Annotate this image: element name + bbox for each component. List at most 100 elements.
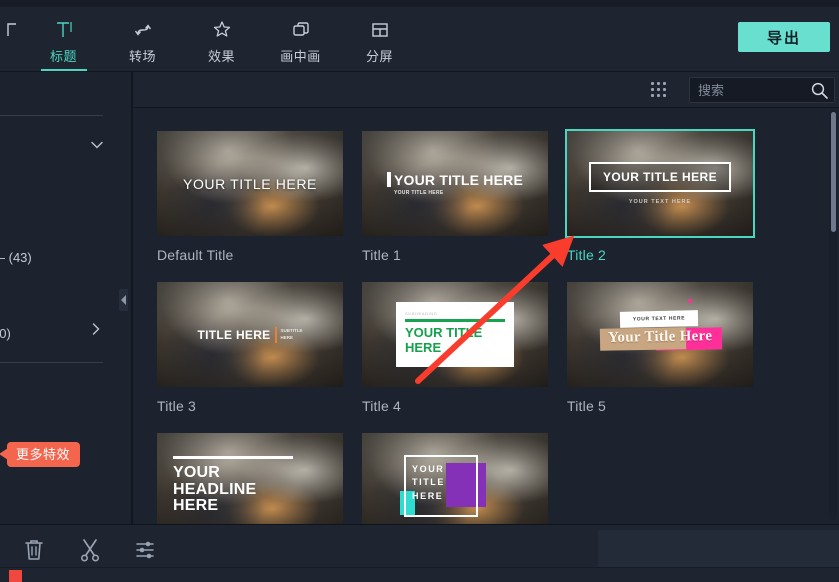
grid-dot [663,94,666,97]
decor-dot [688,298,692,303]
template-card-framed[interactable]: YOUR TITLE HERE [362,433,548,524]
template-label: Default Title [157,247,234,263]
overlay-rule [405,319,505,323]
tab-picture-in-picture[interactable]: 画中画 [261,7,340,71]
tab-label-title: 标题 [49,49,77,64]
template-thumbnail[interactable]: YOUR TITLE HERE [157,131,343,236]
mode-tab-list: 标题 转场 效果 画中画 分屏 [0,7,419,72]
overlay-sub-text: YOUR TEXT HERE [628,199,692,205]
gallery-scrollbar-thumb[interactable] [831,112,836,232]
grid-dot [657,94,660,97]
overlay-sub-text: YOUR TITLE HERE [393,189,444,196]
overlay-main-text-2: HEADLINE [173,480,257,498]
template-thumbnail[interactable]: YOUR TITLE HERE [362,433,548,524]
bottom-toolbar [0,524,839,582]
title-overlay: YOUR TITLE HERE YOUR TITLE HERE [362,131,548,236]
overlay-main-text: Your Title Here [607,327,713,346]
overlay-frame: YOUR TITLE HERE [588,162,731,192]
sidebar-item-label: 20) [0,325,11,341]
tab-label-split: 分屏 [365,49,393,64]
overlay-tiny-text: SUBHEADING [405,311,438,317]
title-overlay: SUBHEADING YOUR TITLE HERE [362,282,548,387]
tab-label-pip: 画中画 [280,49,321,64]
text-title-icon [53,17,75,43]
overlay-main-text: YOUR TITLE [405,325,483,341]
more-effects-badge[interactable]: 更多特效 [0,442,81,467]
picture-in-picture-icon [290,17,312,43]
top-toolbar: 标题 转场 效果 画中画 分屏 导出 [0,0,839,72]
tab-split-screen[interactable]: 分屏 [340,7,419,71]
overlay-main-text: YOUR TITLE HERE [602,170,717,184]
tab-title[interactable]: 标题 [24,7,103,71]
title-template-gallery: YOUR TITLE HERE Default Title YOUR TITLE… [133,108,839,524]
template-label: Title 5 [567,398,607,414]
grid-dot [663,82,666,85]
grid-dot [663,88,666,91]
title-overlay: YOUR TITLE HERE [362,433,548,524]
template-thumbnail[interactable]: YOUR TEXT HERE Your Title Here [567,282,753,387]
overlay-main-text-3: HERE [173,497,219,515]
template-card-title-5[interactable]: YOUR TEXT HERE Your Title Here Title 5 [567,282,753,414]
scissors-cut-icon[interactable] [74,535,106,565]
overlay-rule [173,455,293,459]
search-icon[interactable] [810,81,829,100]
timeline-playhead-marker[interactable] [9,570,22,582]
adjust-sliders-icon[interactable] [130,535,162,565]
accent-bar [386,172,391,187]
template-grid: YOUR TITLE HERE Default Title YOUR TITLE… [157,131,839,524]
overlay-white-card: SUBHEADING YOUR TITLE HERE [396,302,514,367]
timeline-panel [598,530,839,568]
window-title-strip [0,0,839,7]
template-thumbnail[interactable]: YOUR TITLE HERE YOUR TEXT HERE [567,131,753,236]
tab-label-transition: 转场 [128,49,156,64]
chevron-right-icon[interactable] [90,322,102,339]
overlay-main-text-1: YOUR [412,463,445,474]
overlay-main-text: YOUR TITLE HERE [183,175,317,192]
title-overlay: YOUR TITLE HERE [157,131,343,236]
overlay-main-text-3: HERE [412,491,444,502]
chevron-down-icon[interactable] [90,138,104,153]
overlay-main-text-1: YOUR [173,463,221,481]
grid-dot [657,88,660,91]
grid-view-icon[interactable] [651,82,669,98]
search-input[interactable] [698,78,803,102]
accent-separator [274,326,277,343]
search-toolbar [133,72,839,108]
bottom-divider [0,567,839,568]
overlay-main-text-2: HERE [405,340,442,355]
sidebar-divider-bottom [0,362,103,363]
tab-partial-left[interactable] [0,7,24,71]
tab-transition[interactable]: 转场 [103,7,182,71]
search-box[interactable] [689,77,835,103]
sidebar-divider-top [0,115,103,116]
grid-dot [657,82,660,85]
sidebar-item-label: — (43) [0,249,32,265]
template-card-title-1[interactable]: YOUR TITLE HERE YOUR TITLE HERE Title 1 [362,131,548,263]
template-thumbnail[interactable]: SUBHEADING YOUR TITLE HERE [362,282,548,387]
sidebar-collapse-handle[interactable] [119,289,128,311]
tab-label-effects: 效果 [207,49,235,64]
template-card-title-2[interactable]: YOUR TITLE HERE YOUR TEXT HERE Title 2 [567,131,753,263]
tab-effects[interactable]: 效果 [182,7,261,71]
template-thumbnail[interactable]: TITLE HERE SUBTITLE HERE [157,282,343,387]
template-card-title-4[interactable]: SUBHEADING YOUR TITLE HERE Title 4 [362,282,548,414]
overlay-main-text: YOUR TITLE HERE [393,171,523,188]
template-card-title-3[interactable]: TITLE HERE SUBTITLE HERE Title 3 [157,282,343,414]
title-overlay: YOUR HEADLINE HERE [157,433,343,524]
template-thumbnail[interactable]: YOUR TITLE HERE YOUR TITLE HERE [362,131,548,236]
export-button[interactable]: 导出 [738,22,830,52]
template-card-default-title[interactable]: YOUR TITLE HERE Default Title [157,131,343,263]
active-tab-underline [41,69,87,71]
title-overlay: YOUR TITLE HERE YOUR TEXT HERE [567,131,753,236]
template-label: Title 1 [362,247,402,263]
delete-trash-icon[interactable] [18,535,50,565]
sidebar-item-1[interactable]: — (43) [0,242,112,272]
split-screen-icon [369,17,391,43]
overlay-sub-text: YOUR TEXT HERE [632,314,686,323]
overlay-top-band: YOUR TEXT HERE [619,309,699,328]
overlay-sub-text-1: SUBTITLE [280,327,303,333]
template-card-headline[interactable]: YOUR HEADLINE HERE [157,433,343,524]
template-thumbnail[interactable]: YOUR HEADLINE HERE [157,433,343,524]
template-label: Title 2 [567,247,607,263]
category-sidebar: ) — (43) 20) 更多特效 [0,72,112,524]
